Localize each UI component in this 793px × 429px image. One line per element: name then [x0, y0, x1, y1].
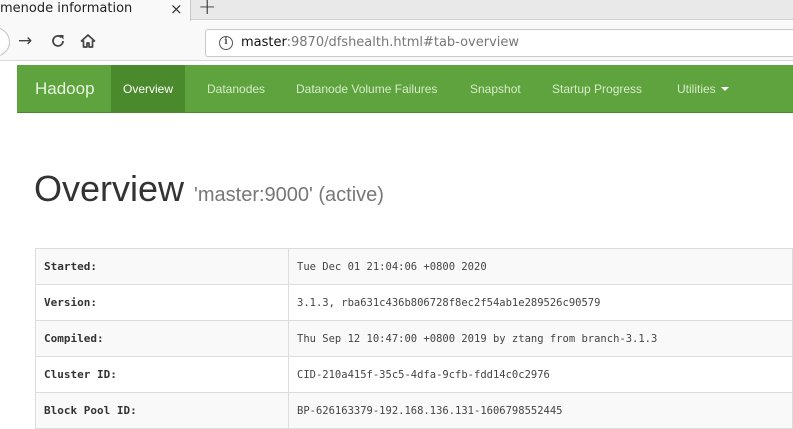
- row-key: Cluster ID:: [35, 356, 289, 393]
- row-value: Tue Dec 01 21:04:06 +0800 2020: [288, 248, 793, 285]
- nav-datanodes[interactable]: Datanodes: [207, 65, 265, 113]
- nav-startup-progress[interactable]: Startup Progress: [552, 65, 642, 113]
- caret-down-icon: [720, 87, 729, 91]
- row-value: 3.1.3, rba631c436b806728f8ec2f54ab1e2895…: [288, 284, 793, 321]
- page-heading: Overview 'master:9000' (active): [34, 168, 384, 210]
- row-key: Block Pool ID:: [35, 392, 289, 429]
- site-info-icon[interactable]: i: [219, 36, 233, 50]
- url-host: master: [241, 35, 287, 50]
- nav-datanode-volume-failures[interactable]: Datanode Volume Failures: [296, 65, 437, 113]
- row-key: Started:: [35, 248, 289, 285]
- overview-table: Started: Tue Dec 01 21:04:06 +0800 2020 …: [35, 248, 793, 429]
- back-button[interactable]: [0, 27, 10, 57]
- row-value: BP-626163379-192.168.136.131-16067985524…: [288, 392, 793, 429]
- nav-overview[interactable]: Overview: [111, 65, 186, 113]
- table-row: Started: Tue Dec 01 21:04:06 +0800 2020: [35, 248, 793, 285]
- close-tab-icon[interactable]: ×: [170, 0, 183, 18]
- tab-title: menode information: [0, 1, 133, 16]
- nav-snapshot[interactable]: Snapshot: [470, 65, 521, 113]
- row-value: CID-210a415f-35c5-4dfa-9cfb-fdd14c0c2976: [288, 356, 793, 393]
- new-tab-icon[interactable]: +: [198, 0, 216, 20]
- row-key: Compiled:: [35, 320, 289, 357]
- brand-logo[interactable]: Hadoop: [35, 65, 95, 113]
- url-path: :9870/dfshealth.html#tab-overview: [286, 35, 520, 50]
- nav-utilities-label: Utilities: [677, 82, 716, 96]
- table-row: Compiled: Thu Sep 12 10:47:00 +0800 2019…: [35, 320, 793, 357]
- browser-tab-strip: menode information × +: [0, 0, 793, 21]
- table-row: Cluster ID: CID-210a415f-35c5-4dfa-9cfb-…: [35, 356, 793, 393]
- browser-tab[interactable]: menode information ×: [0, 0, 191, 21]
- table-row: Block Pool ID: BP-626163379-192.168.136.…: [35, 392, 793, 429]
- home-icon[interactable]: [80, 33, 96, 52]
- table-row: Version: 3.1.3, rba631c436b806728f8ec2f5…: [35, 284, 793, 321]
- hadoop-navbar: Hadoop Overview Datanodes Datanode Volum…: [17, 65, 793, 113]
- row-value: Thu Sep 12 10:47:00 +0800 2019 by ztang …: [288, 320, 793, 357]
- url-text: master:9870/dfshealth.html#tab-overview: [241, 35, 519, 50]
- reload-icon[interactable]: [50, 33, 66, 52]
- row-key: Version:: [35, 284, 289, 321]
- page-subtitle: 'master:9000' (active): [194, 184, 384, 206]
- page-title: Overview: [34, 168, 185, 209]
- url-bar[interactable]: i master:9870/dfshealth.html#tab-overvie…: [205, 29, 793, 57]
- forward-icon[interactable]: →: [18, 21, 32, 61]
- nav-utilities[interactable]: Utilities: [677, 65, 729, 113]
